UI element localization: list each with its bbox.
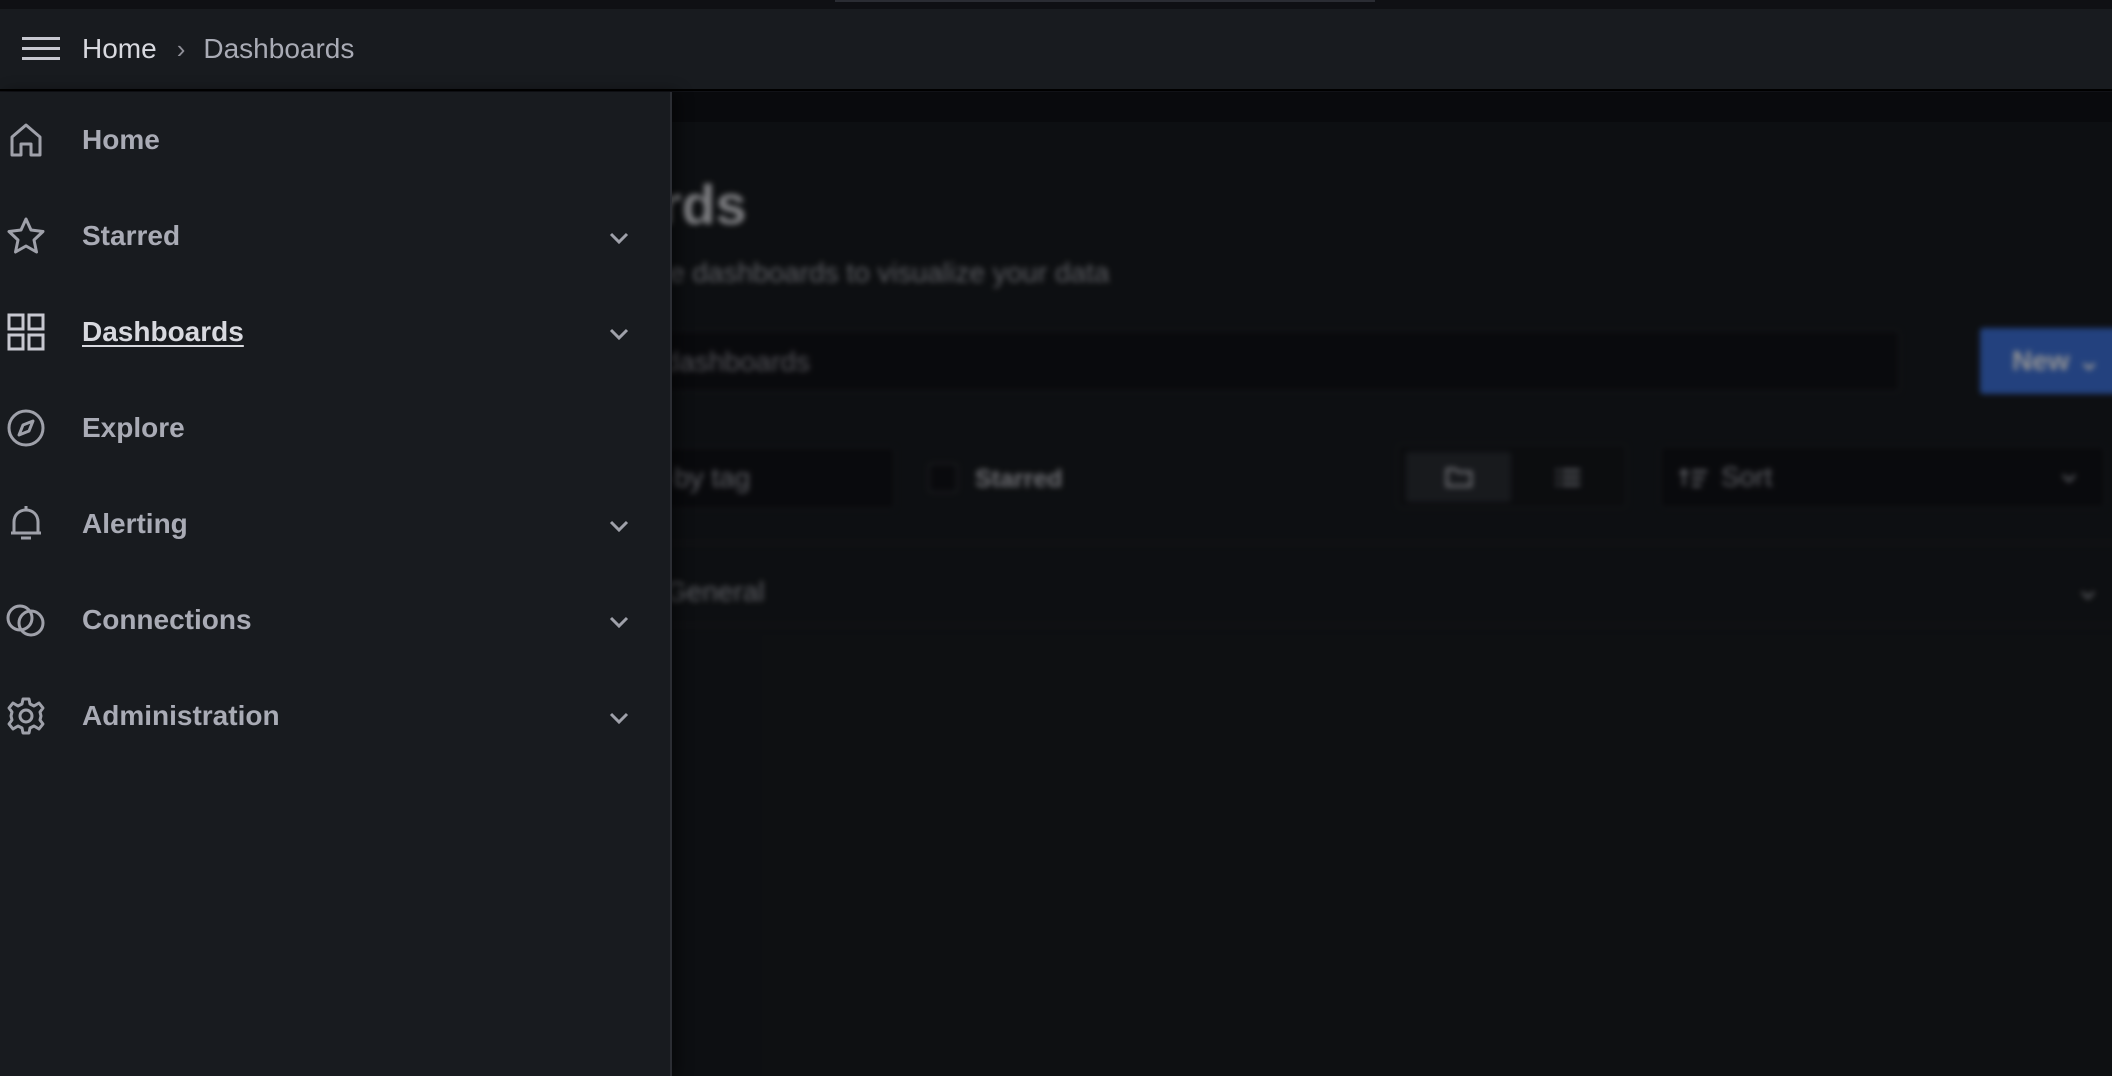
expand-starred-button[interactable] (602, 221, 636, 255)
chevron-down-icon (609, 328, 629, 341)
sidebar-menu: Home Starred Dashboards Explore Alerting (0, 92, 672, 1076)
browser-chrome-strip (0, 0, 2112, 9)
chevron-down-icon (609, 616, 629, 629)
sidebar-item-label: Starred (82, 220, 181, 251)
breadcrumb-current: Dashboards (203, 33, 355, 64)
connections-icon (0, 572, 54, 668)
home-icon (0, 92, 54, 188)
breadcrumb-home-link[interactable]: Home (82, 33, 157, 65)
sidebar-item-label: Administration (82, 700, 280, 731)
chevron-down-icon (609, 712, 629, 725)
sidebar-item-starred[interactable]: Starred (0, 188, 670, 284)
sidebar-item-explore[interactable]: Explore (0, 380, 670, 476)
chevron-down-icon (609, 520, 629, 533)
gear-icon (0, 668, 54, 764)
chevron-down-icon (609, 232, 629, 245)
sidebar-item-label: Connections (82, 604, 252, 635)
breadcrumb: Home › Dashboards (82, 33, 354, 65)
menu-toggle-button[interactable] (0, 8, 82, 90)
hamburger-icon (22, 37, 60, 60)
star-icon (0, 188, 54, 284)
apps-icon (0, 284, 54, 380)
bell-icon (0, 476, 54, 572)
expand-alerting-button[interactable] (602, 509, 636, 543)
expand-dashboards-button[interactable] (602, 317, 636, 351)
expand-connections-button[interactable] (602, 605, 636, 639)
compass-icon (0, 380, 54, 476)
breadcrumb-separator: › (176, 33, 186, 64)
tab-indicator (835, 0, 1375, 2)
sidebar-item-administration[interactable]: Administration (0, 668, 670, 764)
sidebar-item-connections[interactable]: Connections (0, 572, 670, 668)
expand-administration-button[interactable] (602, 701, 636, 735)
sidebar-item-label: Dashboards (82, 316, 244, 347)
sidebar-item-label: Explore (82, 412, 185, 443)
sidebar-item-home[interactable]: Home (0, 92, 670, 188)
sidebar-item-label: Home (82, 124, 160, 155)
sidebar-item-alerting[interactable]: Alerting (0, 476, 670, 572)
sidebar-item-dashboards[interactable]: Dashboards (0, 284, 670, 380)
top-bar: Home › Dashboards (0, 9, 2112, 91)
sidebar-item-label: Alerting (82, 508, 188, 539)
